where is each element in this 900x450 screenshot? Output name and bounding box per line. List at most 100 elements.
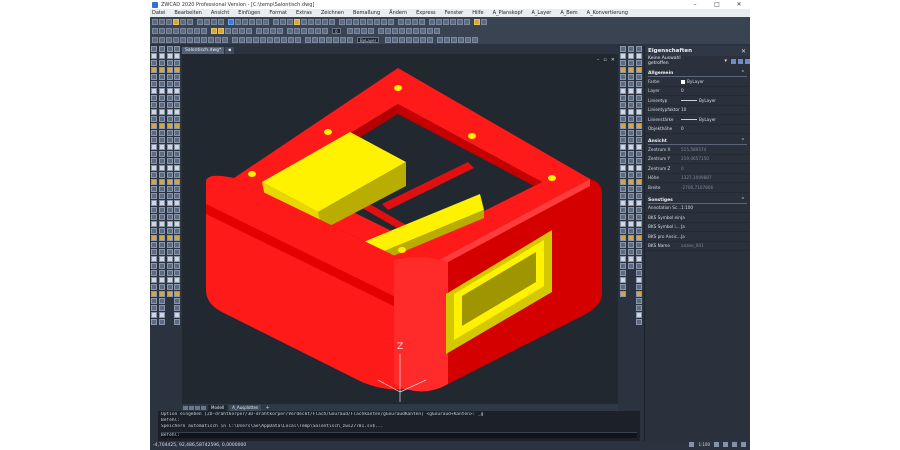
view-tool-icon[interactable] <box>174 74 180 80</box>
property-tool-icon[interactable] <box>319 36 325 43</box>
property-value[interactable]: 515,589574 <box>681 147 706 152</box>
render-tool-icon[interactable] <box>636 277 642 283</box>
modify-tool-icon[interactable] <box>159 298 165 304</box>
layer-tool-icon[interactable] <box>405 27 412 34</box>
property-row[interactable]: BKS Name anzeo_001 <box>645 242 750 251</box>
inquiry-tool-icon[interactable] <box>628 207 634 213</box>
property-tool-icon[interactable] <box>333 36 339 43</box>
solid-tool-icon[interactable] <box>167 291 173 297</box>
modify-tool-icon[interactable] <box>159 291 165 297</box>
dimension-tool-icon[interactable] <box>620 116 626 122</box>
draw-tool-icon[interactable] <box>151 305 157 311</box>
collapse-chevron-icon[interactable]: ⌃ <box>741 138 745 145</box>
modify-tool-icon[interactable] <box>159 74 165 80</box>
modify-tool-icon[interactable] <box>159 179 165 185</box>
property-tool-icon[interactable] <box>392 36 399 43</box>
layer-tool-icon[interactable] <box>173 27 179 34</box>
dimension-tool-icon[interactable] <box>620 221 626 227</box>
standard-tool-icon[interactable] <box>197 18 203 25</box>
dimension-tool-icon[interactable] <box>620 165 626 171</box>
view-tool-icon[interactable] <box>174 151 180 157</box>
standard-tool-icon[interactable] <box>419 18 425 25</box>
modify-tool-icon[interactable] <box>159 242 165 248</box>
solid-tool-icon[interactable] <box>167 137 173 143</box>
standard-tool-icon[interactable] <box>339 18 345 25</box>
inquiry-tool-icon[interactable] <box>628 172 634 178</box>
draw-tool-icon[interactable] <box>151 277 157 283</box>
inquiry-tool-icon[interactable] <box>628 60 634 66</box>
layer-tool-icon[interactable] <box>263 27 269 34</box>
modify-tool-icon[interactable] <box>159 102 165 108</box>
draw-tool-icon[interactable] <box>151 46 157 52</box>
view-tool-icon[interactable] <box>174 60 180 66</box>
menu-item-3[interactable]: Einfügen <box>238 10 260 16</box>
solid-tool-icon[interactable] <box>167 144 173 150</box>
property-row[interactable]: Zentrum Z 0 <box>645 164 750 174</box>
lock-icon[interactable] <box>723 442 728 447</box>
view-tool-icon[interactable] <box>174 46 180 52</box>
property-row[interactable]: Zentrum Y 219,4657150 <box>645 155 750 164</box>
property-value[interactable]: Ja <box>681 234 685 239</box>
draw-tool-icon[interactable] <box>151 200 157 206</box>
selection-row[interactable]: Keine Auswahl getroffen ▾ <box>645 56 750 66</box>
dimension-tool-icon[interactable] <box>620 179 626 185</box>
modify-tool-icon[interactable] <box>159 53 165 59</box>
solid-tool-icon[interactable] <box>167 60 173 66</box>
layer-tool-icon[interactable] <box>180 27 186 34</box>
dimension-tool-icon[interactable] <box>620 256 626 262</box>
annotation-scale-icon[interactable] <box>689 442 695 447</box>
layer-tool-icon[interactable] <box>367 27 374 34</box>
property-value[interactable]: 0 <box>681 166 684 171</box>
dimension-tool-icon[interactable] <box>620 53 626 59</box>
render-tool-icon[interactable] <box>636 137 642 143</box>
menu-item-11[interactable]: Hilfe <box>472 10 483 16</box>
tab-nav-next-icon[interactable] <box>195 405 200 410</box>
solid-tool-icon[interactable] <box>167 263 173 269</box>
modify-tool-icon[interactable] <box>159 165 165 171</box>
tab-nav-first-icon[interactable] <box>183 405 188 410</box>
standard-tool-icon[interactable] <box>235 18 241 25</box>
render-tool-icon[interactable] <box>636 214 642 220</box>
tab-nav-prev-icon[interactable] <box>189 405 194 410</box>
property-value[interactable]: 219,4657150 <box>681 156 709 161</box>
modify-tool-icon[interactable] <box>159 221 165 227</box>
view-tool-icon[interactable] <box>174 298 180 304</box>
draw-tool-icon[interactable] <box>151 270 157 276</box>
property-tool-icon[interactable] <box>180 36 186 43</box>
solid-tool-icon[interactable] <box>167 116 173 122</box>
draw-tool-icon[interactable] <box>151 298 157 304</box>
close-button[interactable]: ✕ <box>728 0 750 9</box>
chevron-down-icon[interactable]: ▾ <box>724 58 727 64</box>
layer-tool-icon[interactable] <box>360 27 367 34</box>
add-layout-icon[interactable]: + <box>265 405 269 411</box>
inquiry-tool-icon[interactable] <box>628 158 634 164</box>
dimension-tool-icon[interactable] <box>620 193 626 199</box>
property-tool-icon[interactable] <box>152 36 158 43</box>
layer-tool-icon[interactable] <box>346 27 353 34</box>
modify-tool-icon[interactable] <box>159 256 165 262</box>
dimension-tool-icon[interactable] <box>620 123 626 129</box>
standard-tool-icon[interactable] <box>256 18 262 25</box>
standard-tool-icon[interactable] <box>242 18 248 25</box>
modify-tool-icon[interactable] <box>159 270 165 276</box>
standard-tool-icon[interactable] <box>360 18 366 25</box>
layer-tool-icon[interactable] <box>294 27 300 34</box>
view-tool-icon[interactable] <box>174 200 180 206</box>
draw-tool-icon[interactable] <box>151 88 157 94</box>
standard-tool-icon[interactable] <box>429 18 435 25</box>
dimension-tool-icon[interactable] <box>620 284 626 290</box>
property-value[interactable]: 0 <box>681 88 684 93</box>
section-title[interactable]: Sonstiges ⌃ <box>648 197 747 204</box>
inquiry-tool-icon[interactable] <box>628 74 634 80</box>
draw-tool-icon[interactable] <box>151 67 157 73</box>
solid-tool-icon[interactable] <box>167 123 173 129</box>
standard-tool-icon[interactable] <box>273 18 279 25</box>
render-tool-icon[interactable] <box>636 151 642 157</box>
standard-tool-icon[interactable] <box>381 18 387 25</box>
dimension-tool-icon[interactable] <box>620 242 626 248</box>
property-row[interactable]: Linientyp ByLayer <box>645 96 750 106</box>
property-tool-icon[interactable] <box>187 36 193 43</box>
dimension-tool-icon[interactable] <box>620 263 626 269</box>
view-tool-icon[interactable] <box>174 186 180 192</box>
selection-dropdown[interactable]: Keine Auswahl getroffen <box>648 56 702 66</box>
